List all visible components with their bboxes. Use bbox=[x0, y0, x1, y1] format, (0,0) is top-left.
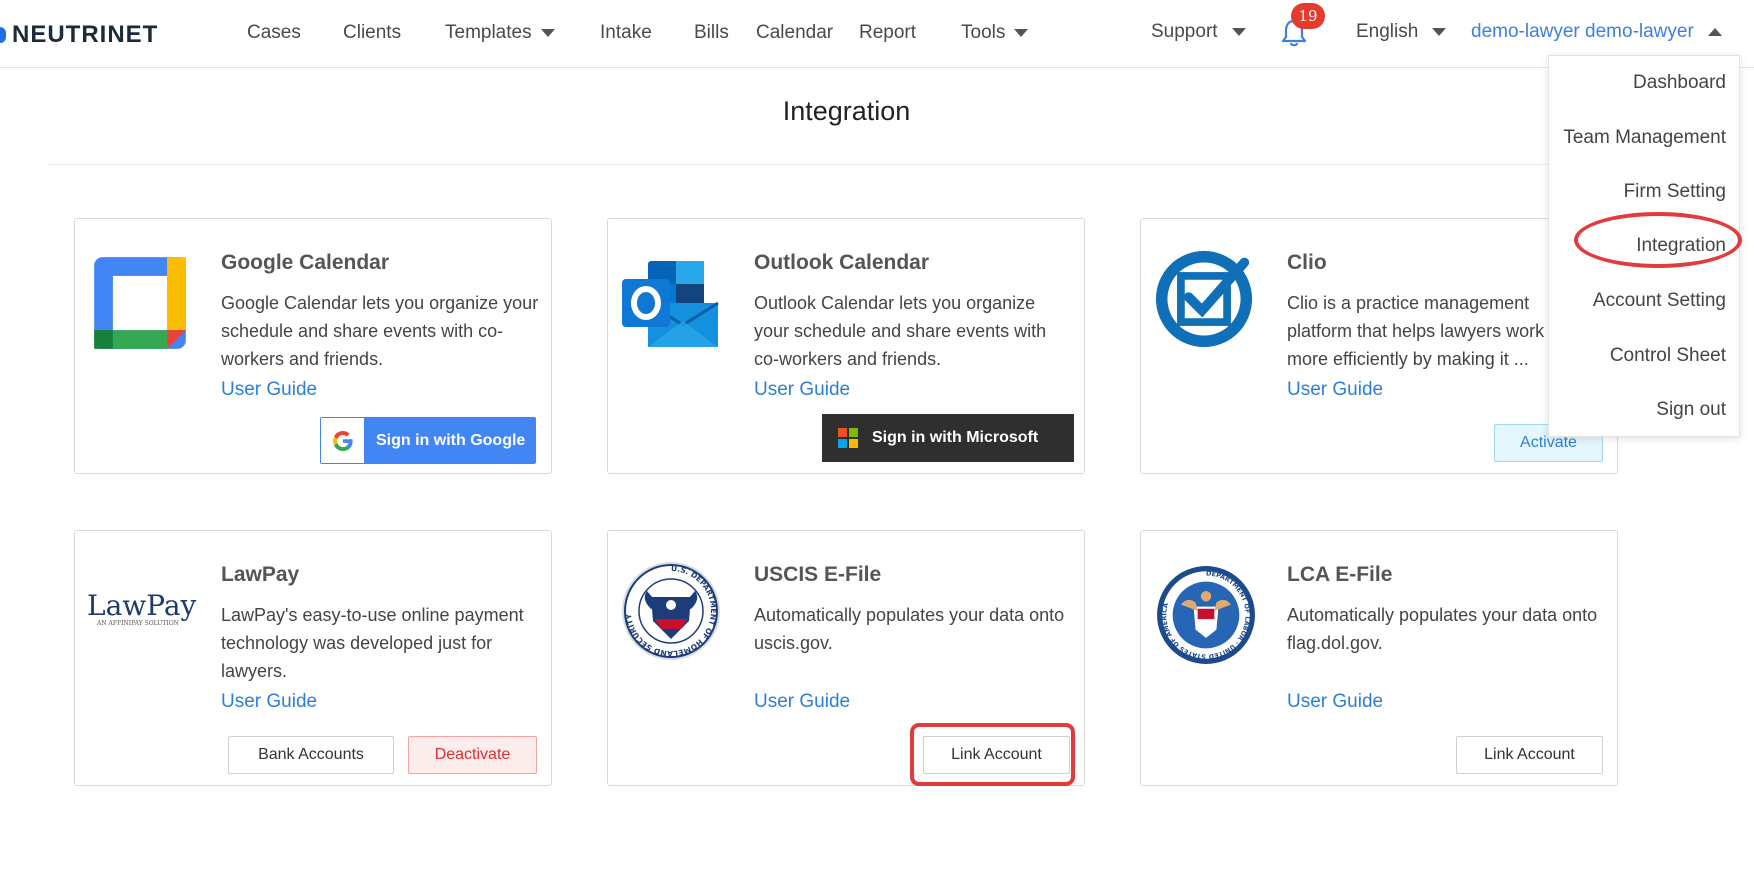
nav-support-label: Support bbox=[1151, 21, 1218, 42]
clio-check-icon bbox=[1155, 250, 1253, 348]
menu-item-account-setting[interactable]: Account Setting bbox=[1593, 290, 1726, 312]
menu-item-team-management[interactable]: Team Management bbox=[1563, 127, 1726, 149]
nav-tools[interactable]: Tools bbox=[961, 22, 1029, 44]
brand-name: NEUTRINET bbox=[12, 21, 159, 48]
card-title: Outlook Calendar bbox=[754, 251, 930, 274]
nav-tools-label: Tools bbox=[961, 22, 1006, 43]
menu-item-firm-setting[interactable]: Firm Setting bbox=[1624, 181, 1726, 203]
link-account-button[interactable]: Link Account bbox=[1456, 736, 1603, 774]
chevron-down-icon bbox=[1231, 28, 1246, 36]
sign-in-google-button[interactable]: Sign in with Google bbox=[320, 417, 536, 464]
nav-clients[interactable]: Clients bbox=[343, 22, 401, 44]
user-guide-link[interactable]: User Guide bbox=[1287, 691, 1383, 713]
microsoft-logo-icon bbox=[838, 428, 858, 448]
integration-card-lca-efile: DEPARTMENT OF LABOR · UNITED STATES OF A… bbox=[1140, 530, 1618, 786]
card-description: Outlook Calendar lets you organize your … bbox=[754, 293, 1047, 369]
language-selector[interactable]: English bbox=[1356, 21, 1447, 43]
nav-cases[interactable]: Cases bbox=[247, 22, 301, 44]
nav-templates[interactable]: Templates bbox=[445, 22, 555, 44]
outlook-icon bbox=[622, 261, 719, 347]
card-title: Clio bbox=[1287, 251, 1327, 274]
annotation-highlight-box bbox=[910, 723, 1075, 786]
nav-intake[interactable]: Intake bbox=[600, 22, 652, 44]
chevron-down-icon bbox=[540, 29, 555, 37]
card-description: LawPay's easy-to-use online payment tech… bbox=[221, 605, 524, 681]
bank-accounts-button[interactable]: Bank Accounts bbox=[228, 736, 394, 774]
google-calendar-icon bbox=[94, 257, 186, 349]
deactivate-button[interactable]: Deactivate bbox=[408, 736, 537, 774]
card-title: LCA E-File bbox=[1287, 563, 1393, 586]
nav-report[interactable]: Report bbox=[859, 22, 916, 44]
user-guide-link[interactable]: User Guide bbox=[754, 379, 850, 401]
card-title: LawPay bbox=[221, 563, 300, 586]
sign-in-microsoft-button[interactable]: Sign in with Microsoft bbox=[822, 414, 1074, 462]
user-guide-link[interactable]: User Guide bbox=[1287, 379, 1383, 401]
brand-logo[interactable]: NEUTRINET bbox=[0, 20, 158, 50]
nav-templates-label: Templates bbox=[445, 22, 532, 43]
language-label: English bbox=[1356, 21, 1419, 42]
card-title: Google Calendar bbox=[221, 251, 390, 274]
lawpay-logo: LawPay AN AFFINIPAY SOLUTION bbox=[87, 589, 197, 627]
user-guide-link[interactable]: User Guide bbox=[221, 379, 317, 401]
user-guide-link[interactable]: User Guide bbox=[221, 691, 317, 713]
chevron-down-icon bbox=[1432, 28, 1447, 36]
card-description: Automatically populates your data onto u… bbox=[754, 605, 1065, 653]
page-title: Integration bbox=[782, 96, 911, 126]
card-description: Automatically populates your data onto f… bbox=[1287, 605, 1598, 653]
logo-mark-icon bbox=[0, 27, 6, 43]
nav-calendar[interactable]: Calendar bbox=[756, 22, 833, 44]
card-title: USCIS E-File bbox=[754, 563, 882, 586]
integration-card-google-calendar: Google Calendar Google Calendar lets you… bbox=[74, 218, 552, 474]
nav-support[interactable]: Support bbox=[1151, 21, 1246, 43]
nav-bills[interactable]: Bills bbox=[694, 22, 729, 44]
user-name: demo-lawyer demo-lawyer bbox=[1471, 21, 1694, 42]
menu-item-dashboard[interactable]: Dashboard bbox=[1633, 72, 1726, 94]
title-divider bbox=[47, 164, 1617, 165]
notification-badge: 19 bbox=[1291, 3, 1325, 29]
top-navigation: NEUTRINET Cases Clients Templates Intake… bbox=[0, 0, 1754, 68]
chevron-down-icon bbox=[1014, 29, 1029, 37]
card-description: Google Calendar lets you organize your s… bbox=[221, 293, 539, 369]
chevron-up-icon bbox=[1707, 28, 1722, 36]
sign-in-google-label: Sign in with Google bbox=[376, 431, 526, 449]
integration-card-outlook-calendar: Outlook Calendar Outlook Calendar lets y… bbox=[607, 218, 1085, 474]
menu-item-sign-out[interactable]: Sign out bbox=[1656, 399, 1726, 421]
integration-card-lawpay: LawPay AN AFFINIPAY SOLUTION LawPay LawP… bbox=[74, 530, 552, 786]
card-description: Clio is a practice management platform t… bbox=[1287, 293, 1545, 369]
annotation-highlight-ellipse bbox=[1574, 212, 1742, 268]
user-guide-link[interactable]: User Guide bbox=[754, 691, 850, 713]
google-g-icon bbox=[321, 418, 364, 463]
dol-seal-icon: DEPARTMENT OF LABOR · UNITED STATES OF A… bbox=[1157, 566, 1255, 664]
integration-card-clio: Clio Clio is a practice management platf… bbox=[1140, 218, 1618, 474]
sign-in-microsoft-label: Sign in with Microsoft bbox=[872, 429, 1039, 446]
menu-item-control-sheet[interactable]: Control Sheet bbox=[1610, 345, 1726, 367]
user-menu-toggle[interactable]: demo-lawyer demo-lawyer bbox=[1471, 21, 1722, 43]
dhs-seal-icon: U.S. DEPARTMENT OF HOMELAND SECURITY bbox=[622, 562, 720, 660]
lawpay-wordmark: LawPay bbox=[87, 589, 197, 622]
